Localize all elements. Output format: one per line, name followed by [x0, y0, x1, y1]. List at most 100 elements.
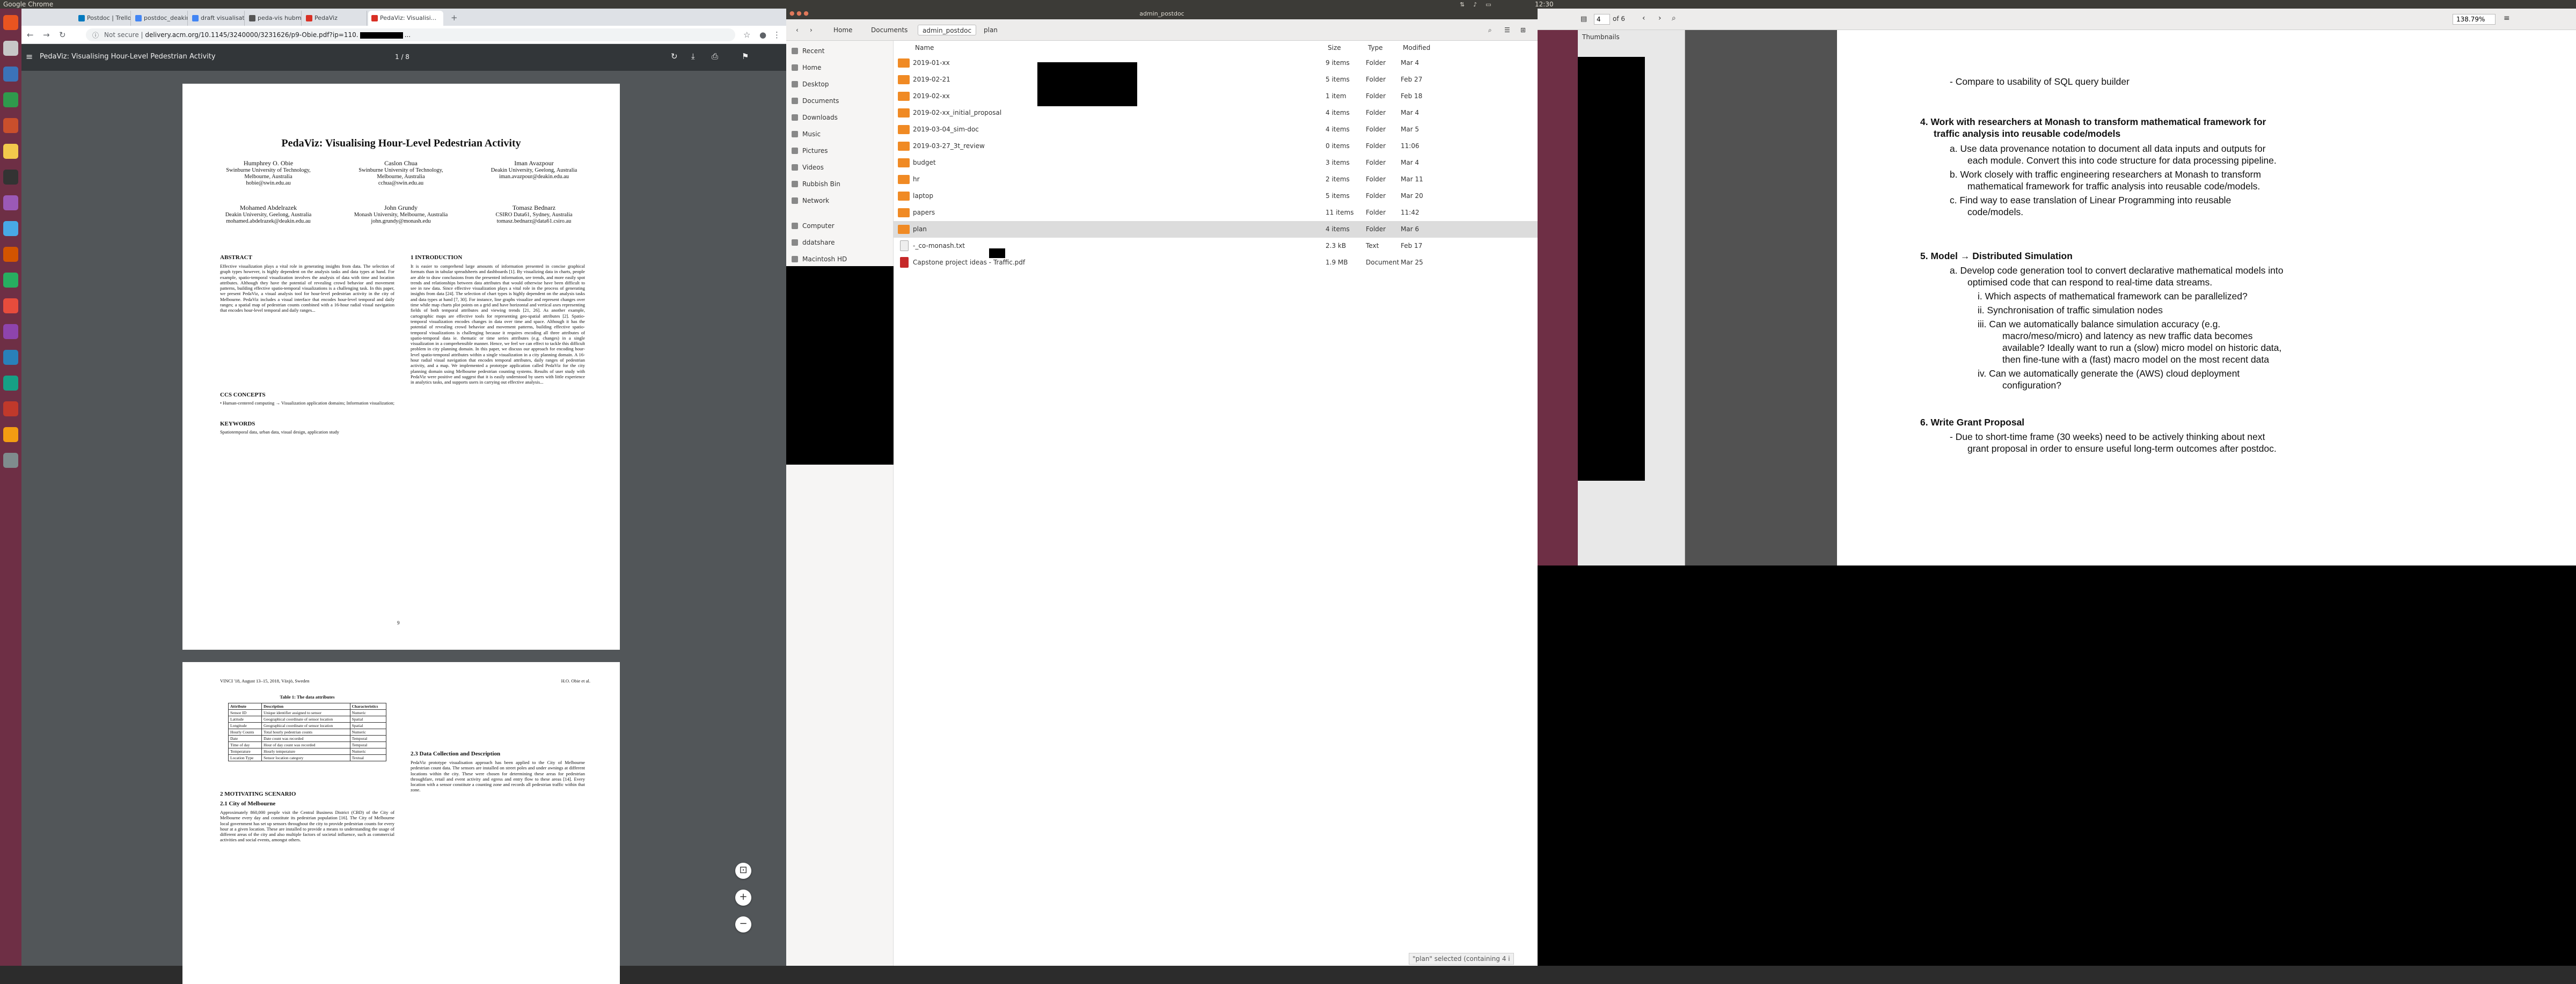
folder-icon [898, 192, 910, 201]
app-icon[interactable] [3, 324, 18, 339]
breadcrumb-plan[interactable]: plan [979, 25, 1002, 35]
sidebar-item[interactable]: ddatshare [786, 234, 894, 251]
rotate-icon[interactable]: ↻ [671, 52, 678, 61]
prev-page-icon[interactable]: ‹ [1642, 14, 1645, 23]
info-icon[interactable]: ⓘ [92, 31, 99, 40]
clock[interactable]: 12:30 [1535, 1, 1554, 8]
doc-line: 6. Write Grant Proposal [1920, 417, 2025, 428]
file-row[interactable]: 2019-02-xx 1 item Folder Feb 18 [894, 88, 1538, 105]
impress-icon[interactable] [3, 118, 18, 133]
trash-icon[interactable] [3, 453, 18, 468]
profile-icon[interactable]: ● [759, 30, 766, 40]
app-icon[interactable] [3, 350, 18, 365]
forward-icon[interactable]: › [806, 25, 817, 35]
new-tab-button[interactable]: + [451, 13, 458, 23]
firefox-icon[interactable] [3, 15, 18, 30]
sidebar-item[interactable]: Downloads [786, 109, 894, 126]
volume-icon[interactable]: ♪ [1473, 1, 1477, 8]
tab-pedaviz-pdf[interactable]: PedaViz: Visualisi... [368, 11, 443, 26]
docs-icon [135, 15, 142, 21]
file-row[interactable]: laptop 5 items Folder Mar 20 [894, 188, 1538, 204]
tab-draft[interactable]: draft visualisation... [189, 11, 245, 26]
zoom-in-button[interactable]: + [735, 890, 751, 906]
app-icon[interactable] [3, 221, 18, 236]
sidebar-item[interactable]: Rubbish Bin [786, 176, 894, 192]
star-icon[interactable]: ☆ [743, 30, 750, 40]
search-icon[interactable]: ⌕ [1672, 14, 1676, 23]
list-view-icon[interactable]: ☰ [1500, 25, 1514, 35]
hamburger-icon[interactable]: ≡ [26, 52, 33, 62]
tab-trello[interactable]: Postdoc | Trello [75, 11, 131, 26]
tab-peda-vis[interactable]: peda-vis hubmap... [246, 11, 302, 26]
forward-icon[interactable]: → [43, 30, 50, 40]
sidebar-item[interactable]: Network [786, 193, 894, 209]
page-number-input[interactable]: 4 [1594, 14, 1610, 25]
app-icon[interactable] [3, 247, 18, 262]
file-row[interactable]: 2019-02-21 5 items Folder Feb 27 [894, 71, 1538, 88]
next-page-icon[interactable]: › [1658, 14, 1662, 23]
app-icon[interactable] [3, 376, 18, 391]
file-name: budget [913, 159, 936, 166]
zoom-out-button[interactable]: − [735, 916, 751, 932]
search-icon[interactable]: ⌕ [1484, 25, 1496, 35]
terminal-icon[interactable] [3, 170, 18, 185]
files-icon[interactable] [3, 41, 18, 56]
menu-icon[interactable]: ⋮ [773, 30, 781, 40]
table-cell: Description [261, 703, 350, 710]
bookmark-icon[interactable]: ⚑ [742, 52, 749, 61]
file-row[interactable]: hr 2 items Folder Mar 11 [894, 171, 1538, 188]
column-name[interactable]: Name [913, 41, 1128, 55]
file-row[interactable]: 2019-03-04_sim-doc 4 items Folder Mar 5 [894, 121, 1538, 138]
fit-page-button[interactable]: ⊡ [735, 863, 751, 879]
file-row[interactable]: plan 4 items Folder Mar 6 [894, 221, 1538, 238]
tab-pedaviz[interactable]: PedaViz [303, 11, 367, 26]
sidebar-item[interactable]: Music [786, 126, 894, 142]
app-icon[interactable] [3, 401, 18, 416]
file-row[interactable]: 2019-02-xx_initial_proposal 4 items Folder… [894, 105, 1538, 121]
sidebar-item[interactable]: Pictures [786, 143, 894, 159]
system-tray[interactable]: ⇅ ♪ ▭ [1460, 1, 1491, 8]
breadcrumb-home[interactable]: Home [829, 25, 857, 35]
file-row[interactable]: 2019-03-27_3t_review 0 items Folder 11:06 [894, 138, 1538, 155]
column-type[interactable]: Type [1366, 41, 1385, 55]
page-count: of 6 [1613, 15, 1626, 23]
ccs-heading: CCS CONCEPTS [220, 392, 266, 398]
calc-icon[interactable] [3, 92, 18, 107]
sidebar-item[interactable]: Computer [786, 218, 894, 234]
tab-postdoc-deakin[interactable]: postdoc_deakin-m... [132, 11, 188, 26]
page-indicator[interactable]: 1 / 8 [395, 53, 409, 61]
battery-icon[interactable]: ▭ [1485, 1, 1491, 8]
url-input[interactable]: ⓘ Not secure | delivery.acm.org/10.1145/… [86, 28, 735, 41]
back-icon[interactable]: ‹ [792, 25, 803, 35]
sidebar-toggle-icon[interactable]: ▤ [1580, 15, 1587, 23]
settings-icon[interactable] [3, 195, 18, 210]
chrome-icon[interactable] [3, 144, 18, 159]
sidebar-item[interactable]: Desktop [786, 76, 894, 92]
sidebar-item[interactable]: Videos [786, 159, 894, 175]
app-icon[interactable] [3, 298, 18, 313]
download-icon[interactable]: ⤓ [691, 52, 695, 61]
grid-view-icon[interactable]: ⊞ [1516, 25, 1530, 35]
writer-icon[interactable] [3, 67, 18, 82]
file-row[interactable]: papers 11 items Folder 11:42 [894, 204, 1538, 221]
sidebar-item[interactable]: Macintosh HD [786, 251, 894, 267]
zoom-select[interactable]: 138.79% [2453, 14, 2496, 25]
file-size: 1.9 MB [1326, 259, 1348, 266]
menu-icon[interactable]: ≡ [2504, 14, 2510, 23]
breadcrumb-documents[interactable]: Documents [867, 25, 912, 35]
column-size[interactable]: Size [1326, 41, 1343, 55]
folder-icon [898, 158, 910, 167]
network-icon[interactable]: ⇅ [1460, 1, 1465, 8]
sidebar-item[interactable]: Documents [786, 93, 894, 109]
sidebar-item[interactable]: Recent [786, 43, 894, 59]
app-icon[interactable] [3, 427, 18, 442]
file-row[interactable]: 2019-01-xx 9 items Folder Mar 4 [894, 55, 1538, 71]
print-icon[interactable]: ⎙ [712, 52, 718, 61]
reload-icon[interactable]: ↻ [59, 30, 66, 40]
app-icon[interactable] [3, 273, 18, 288]
sidebar-item[interactable]: Home [786, 60, 894, 76]
breadcrumb-admin-postdoc[interactable]: admin_postdoc [918, 25, 977, 35]
back-icon[interactable]: ← [27, 30, 34, 40]
file-row[interactable]: budget 3 items Folder Mar 4 [894, 155, 1538, 171]
column-modified[interactable]: Modified [1401, 41, 1432, 55]
